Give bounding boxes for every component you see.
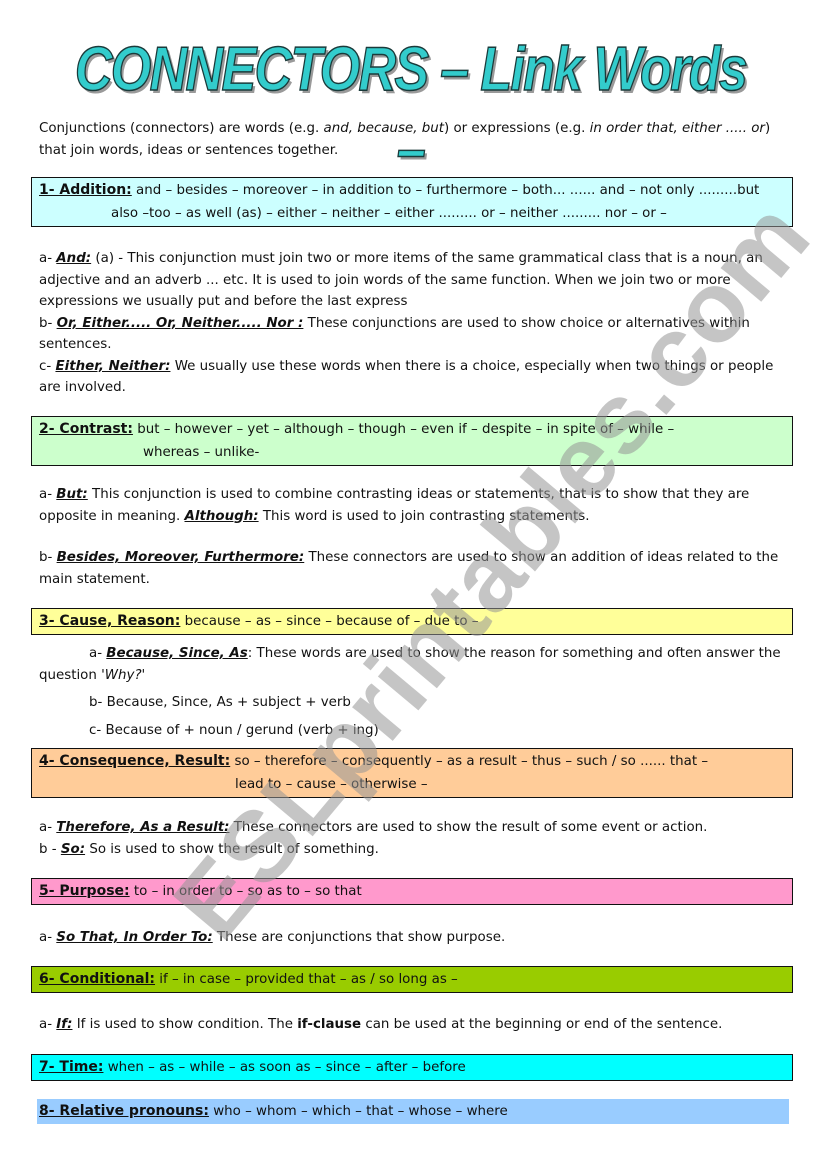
note-label: If:	[56, 1017, 73, 1032]
note-label: Although:	[184, 508, 259, 524]
connector-list: because – as – since – because of – due …	[180, 614, 479, 629]
intro-paragraph: Conjunctions (connectors) are words (e.g…	[39, 118, 789, 161]
note-label: But:	[56, 487, 88, 502]
section-heading: 4- Consequence, Result:	[39, 753, 231, 769]
consequence-notes: a- Therefore, As a Result: These connect…	[39, 817, 789, 860]
note-label: Or, Either..... Or, Neither..... Nor :	[56, 315, 304, 331]
note-prefix: a-	[39, 930, 57, 945]
section-heading: 2- Contrast:	[39, 421, 133, 437]
connector-list: to – in order to – so as to – so that	[129, 884, 362, 899]
note-prefix: a-	[39, 487, 57, 502]
intro-examples-expressions: in order that, either ..... or	[589, 121, 765, 136]
note-prefix: a-	[39, 820, 57, 835]
note-item: a- Because, Since, As: These words are u…	[39, 643, 789, 686]
section-time-box: 7- Time: when – as – while – as soon as …	[31, 1054, 793, 1081]
purpose-notes: a- So That, In Order To: These are conju…	[39, 927, 789, 949]
section-heading: 6- Conditional:	[39, 971, 156, 987]
note-label: Because, Since, As	[106, 646, 248, 661]
note-item: a- And: (a) - This conjunction must join…	[39, 248, 789, 313]
note-prefix: b-	[39, 550, 57, 565]
note-prefix: b-	[39, 315, 57, 331]
note-item: b - So: So is used to show the result of…	[39, 839, 789, 861]
note-prefix: b -	[39, 841, 61, 857]
note-label: And:	[56, 251, 92, 266]
note-text: can be used at the beginning or end of t…	[361, 1017, 723, 1032]
note-italic: 'Why?'	[101, 667, 146, 683]
section-conditional-box: 6- Conditional: if – in case – provided …	[31, 966, 793, 993]
section-relative-box: 8- Relative pronouns: who – whom – which…	[37, 1099, 789, 1124]
conditional-notes: a- If: If is used to show condition. The…	[39, 1014, 789, 1036]
connector-list: but – however – yet – although – though …	[132, 422, 675, 437]
note-text: So is used to show the result of somethi…	[85, 841, 379, 857]
connector-list: who – whom – which – that – whose – wher…	[208, 1104, 508, 1119]
section-contrast-box: 2- Contrast: but – however – yet – altho…	[31, 416, 793, 466]
note-item: b- Because, Since, As + subject + verb	[89, 695, 351, 710]
section-heading: 1- Addition:	[39, 182, 132, 198]
note-item: a- Therefore, As a Result: These connect…	[39, 817, 789, 839]
connector-list-continued: whereas – unlike-	[143, 445, 260, 460]
intro-examples-words: and, because, but	[323, 121, 444, 136]
note-label: Either, Neither:	[55, 358, 171, 374]
page-title: CONNECTORS – Link Words –	[74, 34, 748, 185]
intro-text: ) or expressions (e.g.	[444, 121, 590, 136]
note-text: These connectors are used to show the re…	[229, 820, 708, 835]
section-heading: 8- Relative pronouns:	[39, 1103, 209, 1119]
note-text: This word is used to join contrasting st…	[258, 508, 590, 524]
note-bold-term: if-clause	[297, 1017, 362, 1032]
section-purpose-box: 5- Purpose: to – in order to – so as to …	[31, 878, 793, 905]
connector-list: if – in case – provided that – as / so l…	[155, 972, 458, 987]
note-text: If is used to show condition. The	[72, 1017, 298, 1032]
connector-list: so – therefore – consequently – as a res…	[230, 754, 709, 769]
cause-notes: a- Because, Since, As: These words are u…	[39, 643, 789, 741]
note-text: (a) - This conjunction must join two or …	[39, 251, 763, 309]
note-item: c- Because of + noun / gerund (verb + in…	[89, 722, 379, 738]
note-label: Therefore, As a Result:	[56, 820, 230, 835]
addition-notes: a- And: (a) - This conjunction must join…	[39, 248, 789, 399]
section-addition-box: 1- Addition: and – besides – moreover – …	[31, 177, 793, 227]
section-consequence-box: 4- Consequence, Result: so – therefore –…	[31, 748, 793, 798]
note-label: So That, In Order To:	[56, 930, 213, 945]
section-cause-box: 3- Cause, Reason: because – as – since –…	[31, 608, 793, 635]
connector-list-continued: lead to – cause – otherwise –	[235, 777, 428, 792]
note-text: These are conjunctions that show purpose…	[212, 930, 506, 945]
intro-text: Conjunctions (connectors) are words (e.g…	[39, 121, 324, 136]
note-prefix: a-	[39, 251, 57, 266]
section-heading: 3- Cause, Reason:	[39, 613, 181, 629]
section-heading: 7- Time:	[39, 1059, 104, 1075]
connector-list: when – as – while – as soon as – since –…	[103, 1060, 466, 1075]
contrast-notes-b: b- Besides, Moreover, Furthermore: These…	[39, 547, 789, 590]
connector-list: and – besides – moreover – in addition t…	[131, 183, 760, 198]
note-item: b- Or, Either..... Or, Neither..... Nor …	[39, 313, 789, 356]
note-label: So:	[60, 841, 86, 857]
note-prefix: c-	[39, 358, 56, 374]
note-label: Besides, Moreover, Furthermore:	[56, 550, 305, 565]
note-prefix: a-	[39, 1017, 57, 1032]
section-heading: 5- Purpose:	[39, 883, 130, 899]
note-item: c- Either, Neither: We usually use these…	[39, 356, 789, 399]
contrast-notes-a: a- But: This conjunction is used to comb…	[39, 484, 789, 527]
connector-list-continued: also –too – as well (as) – either – neit…	[111, 206, 667, 221]
note-prefix: a-	[89, 646, 107, 661]
